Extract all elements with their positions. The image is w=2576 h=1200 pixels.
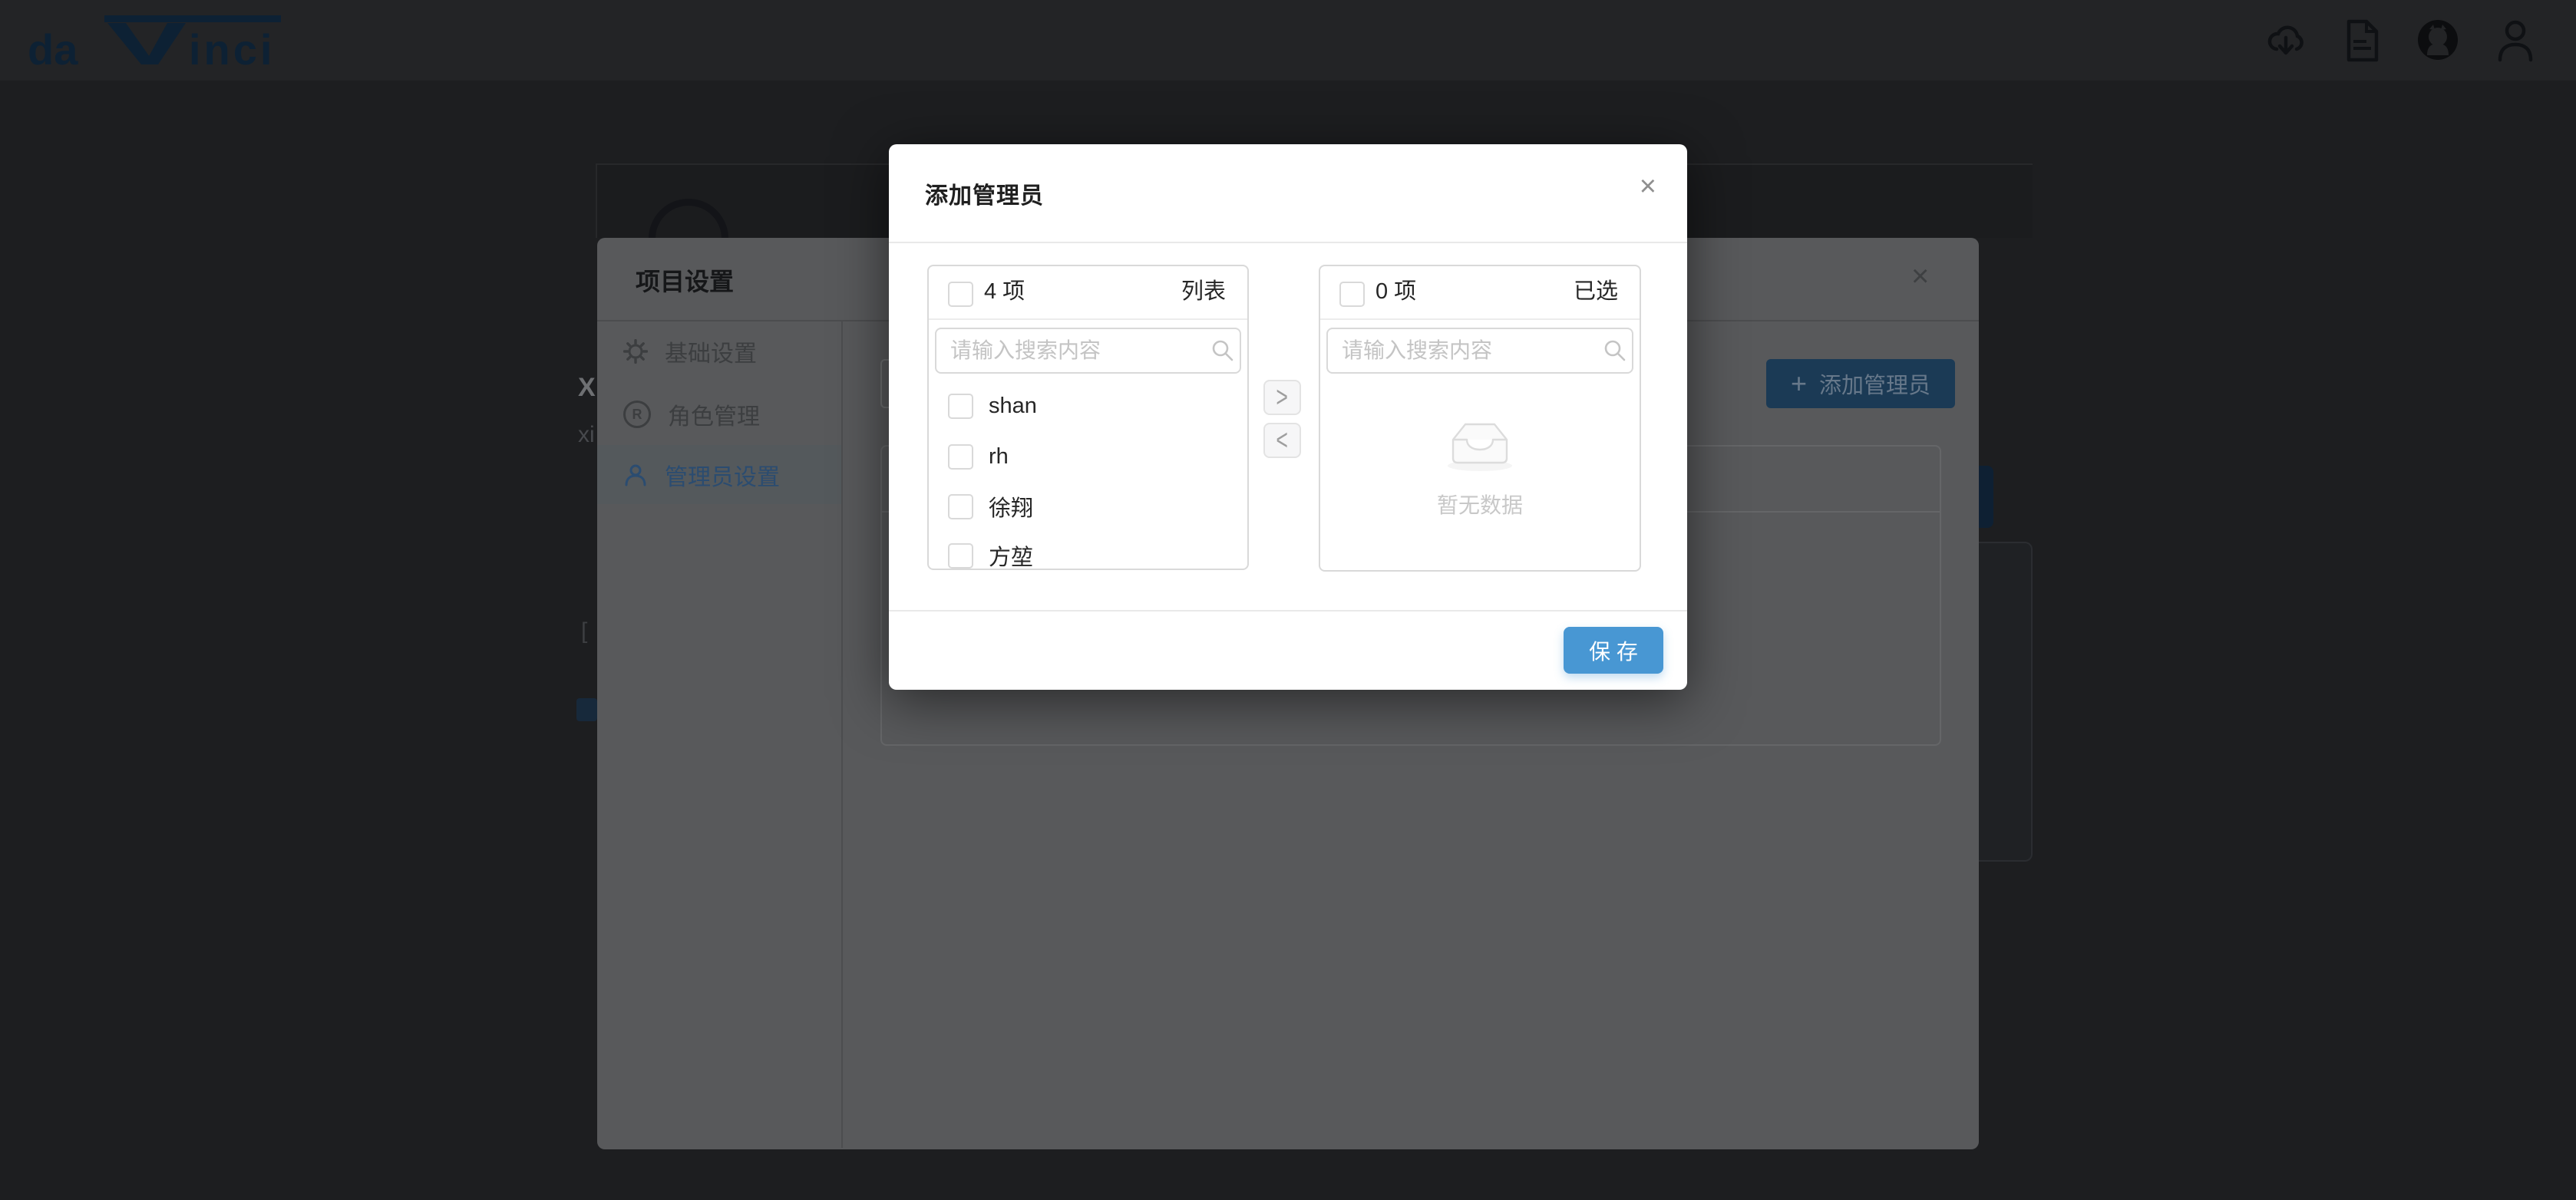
move-left-button[interactable]: < [1263,423,1301,458]
sidebar-item-label: 管理员设置 [665,458,780,492]
person-icon [623,463,648,487]
move-right-button[interactable]: > [1263,380,1301,415]
davinci-logo: da inci [28,12,281,68]
background-right-table-fragment [1979,542,2033,862]
add-admin-button-dimmed: + 添加管理员 [1766,359,1955,408]
cloud-download-icon[interactable] [2264,18,2307,61]
gear-icon [623,339,648,364]
item-checkbox[interactable] [948,444,973,470]
app-header: da inci [0,0,2576,81]
source-search-input[interactable] [935,328,1241,374]
add-admin-button-label: 添加管理员 [1819,368,1930,400]
screenshot-root: da inci X xi [ [0,0,2576,1200]
transfer-target-header: 0 项 已选 [1320,266,1640,320]
select-all-checkbox[interactable] [1339,282,1365,307]
logo-text-right: inci [189,25,275,68]
project-settings-close-icon: × [1911,261,1929,292]
background-button-fragment [576,698,597,721]
background-right-button-fragment [1979,466,1993,528]
chevron-right-icon: > [1276,381,1289,414]
github-icon[interactable] [2416,18,2459,61]
list-item[interactable]: rh [929,434,1249,480]
target-search-input[interactable] [1326,328,1633,374]
project-settings-title: 项目设置 [636,262,734,298]
plus-icon: + [1791,370,1807,397]
list-item[interactable]: 方堃 [929,532,1249,570]
background-card-subheading: xi [578,422,595,448]
target-corner-label: 已选 [1574,266,1618,317]
list-item[interactable]: 徐翔 [929,483,1249,529]
target-count-label: 0 项 [1376,266,1416,317]
source-corner-label: 列表 [1181,266,1226,317]
add-admin-modal: 添加管理员 × 4 项 列表 shan rh [889,144,1687,690]
item-checkbox[interactable] [948,543,973,569]
modal-header: 添加管理员 × [889,144,1687,243]
item-checkbox[interactable] [948,494,973,519]
select-all-checkbox[interactable] [948,282,973,307]
user-icon[interactable] [2496,18,2535,63]
source-count-label: 4 项 [984,266,1025,317]
search-icon [1603,338,1627,363]
registered-icon: R [623,401,651,428]
transfer-source-panel: 4 项 列表 shan rh 徐翔 方堃 [927,265,1249,570]
item-label: rh [989,444,1009,470]
sidebar-item-label: 基础设置 [665,335,757,368]
item-label: shan [989,394,1037,419]
close-icon[interactable]: × [1640,172,1656,201]
modal-footer-divider [889,610,1687,612]
transfer-source-header: 4 项 列表 [929,266,1247,320]
chevron-left-icon: < [1276,424,1289,457]
transfer-target-panel: 0 项 已选 暂无数据 [1319,265,1641,572]
background-text-fragment: [ [581,618,587,645]
item-label: 徐翔 [989,490,1033,523]
save-button[interactable]: 保 存 [1564,627,1663,674]
item-label: 方堃 [989,539,1033,570]
empty-inbox-icon [1438,418,1522,472]
sidebar-item-admin-settings: 管理员设置 [597,445,841,504]
modal-title: 添加管理员 [925,176,1044,210]
empty-state-text: 暂无数据 [1320,489,1640,519]
document-icon[interactable] [2346,18,2379,63]
background-card-heading: X [578,373,596,403]
sidebar-item-role-management: R 角色管理 [597,389,841,440]
list-item[interactable]: shan [929,383,1249,429]
sidebar-item-label: 角色管理 [668,397,760,431]
logo-text-left: da [28,25,78,68]
item-checkbox[interactable] [948,394,973,419]
sidebar-item-basic-settings: 基础设置 [597,326,841,377]
divider [841,321,843,1148]
search-icon [1210,338,1235,363]
